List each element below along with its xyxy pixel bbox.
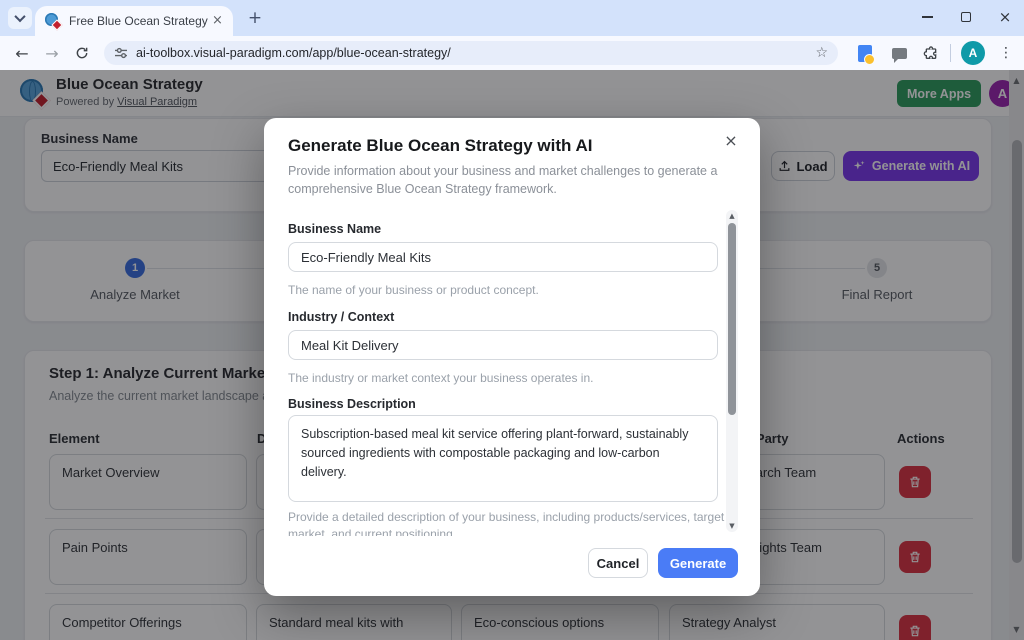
browser-menu-button[interactable]: ⋮ (996, 41, 1016, 65)
description-label: Business Description (288, 397, 416, 411)
visual-paradigm-favicon (45, 13, 61, 29)
scroll-up-icon[interactable]: ▲ (726, 212, 738, 220)
cancel-button[interactable]: Cancel (588, 548, 648, 578)
puzzle-icon (923, 45, 939, 61)
bookmark-star-icon[interactable]: ☆ (815, 45, 828, 61)
browser-tab-strip: Free Blue Ocean Strategy AI Too × + × (0, 0, 1024, 36)
chat-bubble-icon (892, 48, 907, 59)
modal-title: Generate Blue Ocean Strategy with AI (288, 136, 593, 156)
business-name-helper: The name of your business or product con… (288, 282, 730, 299)
industry-input[interactable] (288, 330, 718, 360)
forward-button[interactable]: → (40, 41, 64, 65)
browser-tab[interactable]: Free Blue Ocean Strategy AI Too × (35, 6, 233, 36)
modal-close-icon[interactable]: × (720, 130, 742, 152)
reload-button[interactable] (70, 41, 94, 65)
industry-helper: The industry or market context your busi… (288, 370, 730, 387)
tab-title: Free Blue Ocean Strategy AI Too (69, 14, 210, 28)
tab-search-button[interactable] (8, 7, 32, 29)
business-name-label: Business Name (288, 222, 381, 236)
browser-window: Free Blue Ocean Strategy AI Too × + × ← … (0, 0, 1024, 640)
maximize-icon (961, 12, 971, 22)
chevron-down-icon (14, 11, 25, 22)
modal-scrollbar[interactable]: ▲ ▼ (726, 210, 738, 532)
modal-subtitle: Provide information about your business … (288, 162, 738, 198)
scroll-down-icon[interactable]: ▼ (726, 522, 738, 530)
modal-body: Business Name The name of your business … (264, 206, 760, 536)
web-page: Blue Ocean Strategy Powered by Visual Pa… (0, 70, 1024, 640)
window-close-button[interactable]: × (986, 0, 1024, 34)
new-tab-button[interactable]: + (244, 8, 266, 30)
industry-label: Industry / Context (288, 310, 394, 324)
site-settings-icon[interactable] (114, 47, 128, 59)
address-bar[interactable]: ai-toolbox.visual-paradigm.com/app/blue-… (104, 41, 838, 65)
extensions-button[interactable] (920, 42, 942, 64)
close-icon: × (999, 8, 1012, 26)
generate-button[interactable]: Generate (658, 548, 738, 578)
generate-strategy-modal: Generate Blue Ocean Strategy with AI × P… (264, 118, 760, 596)
url-text: ai-toolbox.visual-paradigm.com/app/blue-… (136, 46, 451, 60)
tab-close-icon[interactable]: × (210, 13, 225, 29)
page-info-button[interactable] (854, 42, 876, 64)
document-icon (858, 45, 872, 62)
business-name-input[interactable] (288, 242, 718, 272)
minimize-icon (922, 16, 933, 18)
browser-toolbar: ← → ai-toolbox.visual-paradigm.com/app/b… (0, 36, 1024, 70)
modal-footer: Cancel Generate (588, 548, 738, 578)
back-button[interactable]: ← (10, 41, 34, 65)
description-textarea[interactable]: Subscription-based meal kit service offe… (288, 415, 718, 502)
feedback-button[interactable] (888, 42, 910, 64)
browser-profile-avatar[interactable]: A (961, 41, 985, 65)
toolbar-separator (950, 44, 951, 62)
reload-icon (75, 46, 89, 60)
scrollbar-thumb[interactable] (728, 223, 736, 415)
window-maximize-button[interactable] (947, 0, 985, 34)
window-minimize-button[interactable] (908, 0, 946, 34)
description-helper: Provide a detailed description of your b… (288, 509, 730, 536)
